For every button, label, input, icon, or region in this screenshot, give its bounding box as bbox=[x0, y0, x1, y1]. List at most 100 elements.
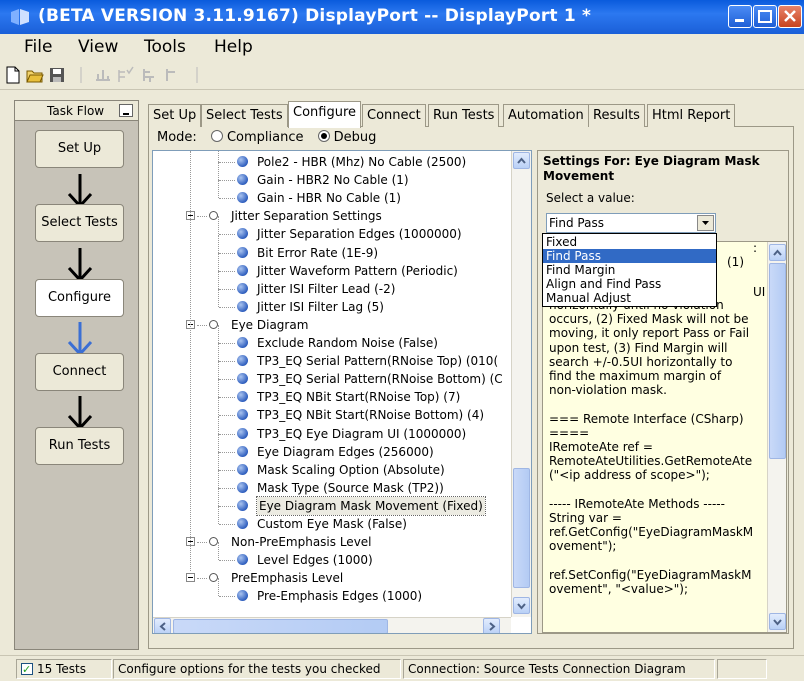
group-node-icon bbox=[209, 573, 218, 583]
scroll-thumb-horizontal[interactable] bbox=[173, 619, 388, 633]
tree-item-label: Jitter Waveform Pattern (Periodic) bbox=[257, 263, 458, 278]
setting-bullet-icon bbox=[237, 391, 248, 403]
scroll-left-button[interactable] bbox=[154, 618, 171, 633]
tree-connector bbox=[218, 379, 219, 398]
title-bar: (BETA VERSION 3.11.9167) DisplayPort -- … bbox=[0, 0, 804, 34]
scroll-thumb[interactable] bbox=[513, 468, 530, 588]
tab-run-tests[interactable]: Run Tests bbox=[428, 104, 500, 127]
tree-connector bbox=[218, 343, 219, 362]
tree-connector bbox=[218, 151, 219, 162]
tree-connector bbox=[219, 306, 235, 308]
tree-horizontal-scrollbar[interactable] bbox=[153, 617, 511, 633]
menu-bar: File View Tools Help bbox=[0, 34, 804, 60]
option-align-and-find-pass[interactable]: Align and Find Pass bbox=[543, 277, 716, 291]
tests-checkbox[interactable] bbox=[21, 661, 33, 678]
scroll-down-button[interactable] bbox=[513, 597, 530, 614]
tree-connector bbox=[219, 343, 235, 344]
check-tests-icon[interactable] bbox=[116, 66, 134, 84]
maximize-button[interactable] bbox=[753, 5, 777, 28]
tab-automation[interactable]: Automation bbox=[503, 104, 589, 127]
dropdown-arrow-button[interactable] bbox=[697, 215, 714, 231]
scroll-right-button[interactable] bbox=[483, 618, 500, 633]
flow-setup-button[interactable]: Set Up bbox=[35, 130, 124, 168]
flow-run-tests-button[interactable]: Run Tests bbox=[35, 427, 124, 465]
flow-configure-button[interactable]: Configure bbox=[35, 279, 124, 317]
menu-view[interactable]: View bbox=[78, 37, 118, 57]
chevron-up-icon bbox=[517, 157, 526, 164]
tree-group-label: Jitter Separation Settings bbox=[231, 209, 382, 224]
flow-connect-button[interactable]: Connect bbox=[35, 353, 124, 391]
step-icon[interactable] bbox=[164, 66, 182, 84]
save-icon[interactable] bbox=[48, 66, 66, 84]
description-peek: UI bbox=[753, 285, 766, 299]
mode-label: Mode: bbox=[157, 130, 197, 145]
tree-item-label: Bit Error Rate (1E-9) bbox=[257, 245, 379, 260]
mode-debug-radio[interactable] bbox=[317, 130, 330, 142]
minimize-button[interactable] bbox=[728, 5, 752, 28]
task-flow-label: Task Flow bbox=[47, 104, 105, 118]
option-manual-adjust[interactable]: Manual Adjust bbox=[543, 291, 716, 305]
scroll-down-button[interactable] bbox=[769, 613, 786, 630]
tree-vertical-scrollbar[interactable] bbox=[511, 151, 531, 617]
task-flow-minimize-button[interactable] bbox=[119, 104, 133, 117]
tree-connector bbox=[219, 234, 235, 236]
tree-item-label: Pole2 - HBR (Mhz) No Cable (2500) bbox=[257, 155, 467, 169]
option-fixed[interactable]: Fixed bbox=[543, 235, 716, 249]
option-find-pass[interactable]: Find Pass bbox=[543, 249, 716, 263]
tree-connector bbox=[219, 361, 235, 363]
setting-bullet-icon bbox=[237, 156, 248, 167]
tab-select-tests[interactable]: Select Tests bbox=[201, 104, 288, 127]
tab-connect[interactable]: Connect bbox=[362, 104, 426, 127]
tree-connector bbox=[218, 506, 219, 524]
tree-connector bbox=[218, 162, 219, 181]
rerun-icon[interactable] bbox=[140, 66, 158, 84]
tab-html-report[interactable]: Html Report bbox=[647, 104, 736, 127]
description-scrollbar[interactable] bbox=[767, 242, 786, 632]
connection-link[interactable]: Connection: Source Tests Connection Diag… bbox=[403, 659, 715, 679]
collapse-icon[interactable] bbox=[186, 573, 195, 583]
menu-file[interactable]: File bbox=[24, 37, 52, 57]
close-button[interactable] bbox=[778, 5, 802, 28]
tests-count: 15 Tests bbox=[37, 662, 86, 676]
scroll-up-button[interactable] bbox=[513, 152, 530, 169]
tree-connector bbox=[197, 578, 207, 580]
open-folder-icon[interactable] bbox=[26, 66, 44, 84]
task-flow-header: Task Flow bbox=[15, 101, 138, 121]
tree-item-label: TP3_EQ Serial Pattern(RNoise Bottom) (C bbox=[257, 372, 503, 387]
scroll-thumb[interactable] bbox=[769, 263, 786, 459]
tree-connector bbox=[218, 578, 219, 597]
group-node-icon bbox=[209, 211, 218, 221]
flow-select-tests-button[interactable]: Select Tests bbox=[35, 204, 124, 242]
mode-debug-label[interactable]: Debug bbox=[334, 130, 377, 145]
setting-bullet-icon bbox=[237, 174, 248, 186]
tab-configure[interactable]: Configure bbox=[288, 101, 362, 128]
tree-item-label: Jitter ISI Filter Lead (-2) bbox=[257, 281, 396, 296]
tree-connector bbox=[218, 252, 219, 271]
scroll-up-button[interactable] bbox=[769, 244, 786, 261]
tab-results[interactable]: Results bbox=[588, 104, 645, 127]
tree-connector bbox=[219, 288, 235, 290]
menu-help[interactable]: Help bbox=[214, 37, 253, 57]
group-node-icon bbox=[209, 537, 218, 547]
run-tests-icon[interactable] bbox=[94, 66, 112, 84]
setting-bullet-icon bbox=[237, 445, 248, 457]
toolbar bbox=[0, 60, 804, 90]
tree-connector bbox=[197, 542, 207, 544]
tree-connector bbox=[218, 270, 219, 289]
tree-connector bbox=[218, 288, 219, 307]
tree-group-label: PreEmphasis Level bbox=[231, 571, 344, 586]
mode-compliance-label[interactable]: Compliance bbox=[227, 130, 304, 145]
setting-bullet-icon bbox=[237, 463, 248, 475]
tree-connector bbox=[219, 505, 235, 507]
menu-tools[interactable]: Tools bbox=[144, 37, 186, 57]
new-file-icon[interactable] bbox=[4, 66, 22, 84]
mode-compliance-radio[interactable] bbox=[210, 130, 223, 142]
setting-bullet-icon bbox=[237, 228, 248, 240]
minimize-icon bbox=[735, 19, 744, 22]
option-find-margin[interactable]: Find Margin bbox=[543, 263, 716, 277]
tree-connector bbox=[218, 216, 219, 235]
close-icon bbox=[784, 10, 796, 22]
value-dropdown[interactable]: Find Pass bbox=[546, 213, 716, 233]
tests-count-pane[interactable]: 15 Tests bbox=[16, 659, 112, 679]
tab-set-up[interactable]: Set Up bbox=[148, 104, 202, 127]
